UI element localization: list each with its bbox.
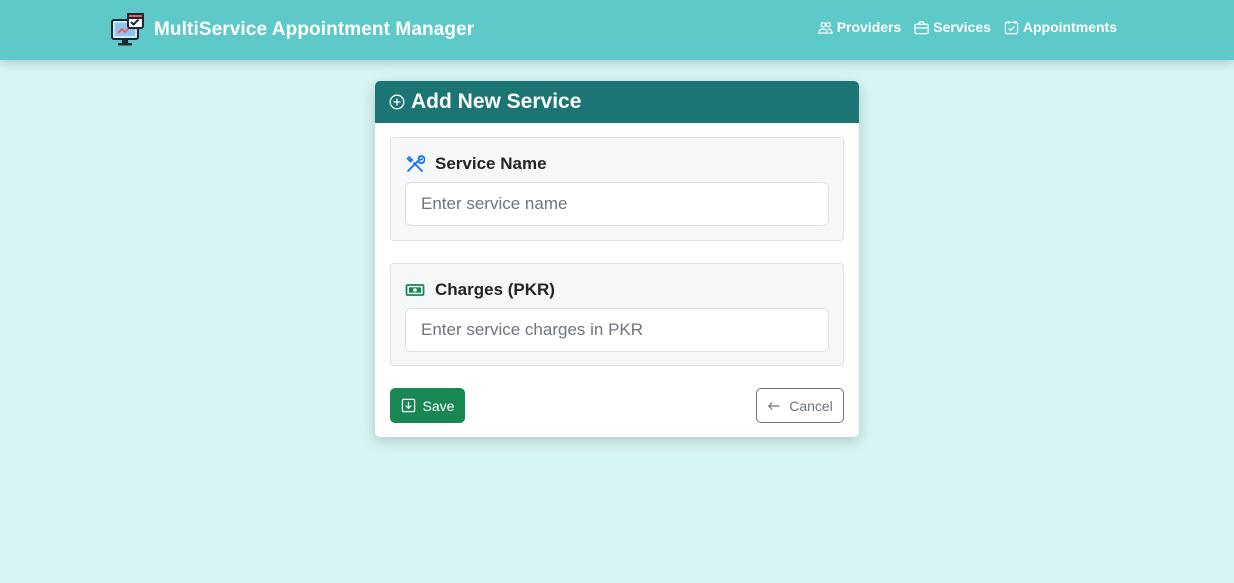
service-name-label-text: Service Name xyxy=(435,154,547,173)
arrow-left-icon xyxy=(768,401,780,410)
charges-group: Charges (PKR) xyxy=(390,263,844,366)
top-navbar: MultiService Appointment Manager Provide… xyxy=(0,0,1234,60)
brand-title: MultiService Appointment Manager xyxy=(154,19,475,40)
charges-input[interactable] xyxy=(405,308,829,352)
nav-links: Providers Services Appointments xyxy=(818,19,1117,35)
calendar-check-icon xyxy=(1004,20,1019,34)
save-button-label: Save xyxy=(422,397,455,414)
people-icon xyxy=(818,21,833,34)
nav-link-label: Providers xyxy=(836,19,902,35)
service-name-input[interactable] xyxy=(405,182,829,226)
charges-label: Charges (PKR) xyxy=(405,280,555,300)
brand-link[interactable]: MultiService Appointment Manager xyxy=(110,12,474,48)
plus-circle-icon xyxy=(389,94,405,110)
card-title: Add New Service xyxy=(411,90,582,113)
nav-link-appointments[interactable]: Appointments xyxy=(1004,19,1117,35)
save-button[interactable]: Save xyxy=(390,388,465,423)
download-icon xyxy=(401,398,415,413)
nav-link-services[interactable]: Services xyxy=(914,19,991,35)
service-name-group: Service Name xyxy=(390,137,844,241)
nav-link-label: Services xyxy=(933,19,991,35)
service-name-label: Service Name xyxy=(405,154,547,174)
cancel-button[interactable]: Cancel xyxy=(756,388,844,423)
nav-link-providers[interactable]: Providers xyxy=(818,19,902,35)
computer-calendar-icon xyxy=(111,13,144,46)
tools-icon xyxy=(406,155,425,172)
nav-link-label: Appointments xyxy=(1022,19,1117,35)
briefcase-icon xyxy=(914,20,929,34)
cancel-button-label: Cancel xyxy=(789,397,833,414)
card-header: Add New Service xyxy=(375,81,859,123)
cash-icon xyxy=(405,284,425,296)
add-service-card: Add New Service Service Name Charges (PK… xyxy=(375,81,859,437)
charges-label-text: Charges (PKR) xyxy=(435,280,555,299)
